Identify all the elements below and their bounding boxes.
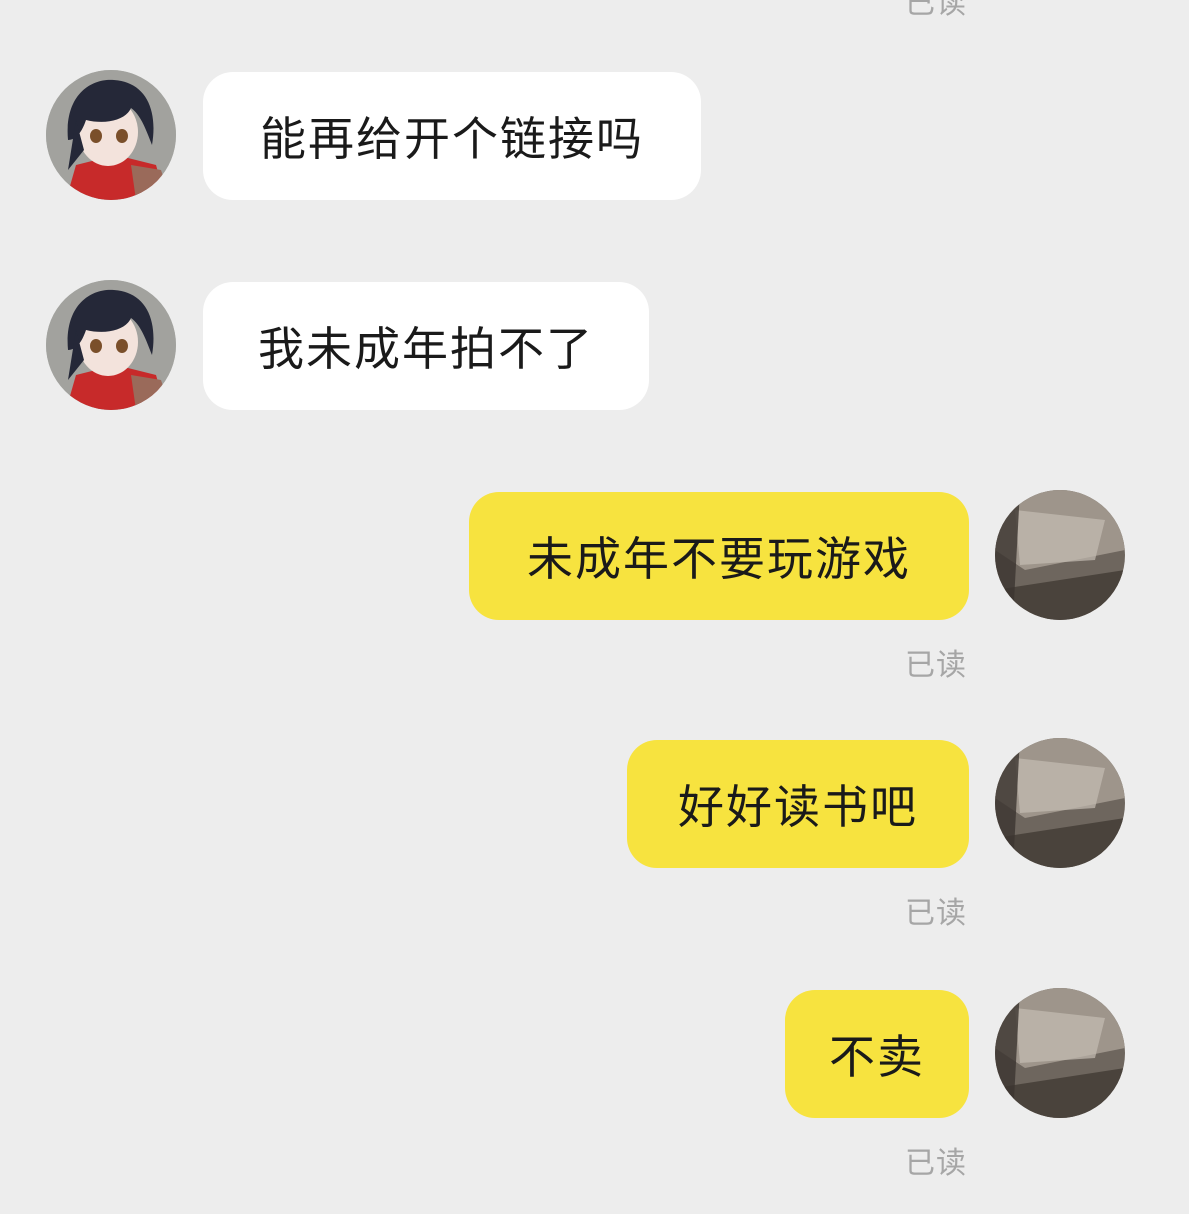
self-avatar[interactable]: [995, 738, 1125, 868]
read-receipt: 已读: [905, 648, 967, 683]
read-receipt: 已读: [905, 1146, 967, 1181]
anime-girl-avatar-icon: [46, 70, 176, 200]
message-bubble-outgoing[interactable]: 不卖: [785, 990, 969, 1118]
message-bubble-outgoing[interactable]: 未成年不要玩游戏: [469, 492, 969, 620]
read-receipt: 已读: [905, 0, 967, 21]
message-bubble-incoming[interactable]: 我未成年拍不了: [203, 282, 649, 410]
contact-avatar[interactable]: [46, 280, 176, 410]
self-avatar[interactable]: [995, 490, 1125, 620]
gray-photo-avatar-icon: [995, 738, 1125, 868]
gray-photo-avatar-icon: [995, 490, 1125, 620]
gray-photo-avatar-icon: [995, 988, 1125, 1118]
read-receipt: 已读: [905, 896, 967, 931]
anime-girl-avatar-icon: [46, 280, 176, 410]
contact-avatar[interactable]: [46, 70, 176, 200]
message-bubble-outgoing[interactable]: 好好读书吧: [627, 740, 969, 868]
message-bubble-incoming[interactable]: 能再给开个链接吗: [203, 72, 701, 200]
self-avatar[interactable]: [995, 988, 1125, 1118]
chat-message-list[interactable]: 已读 能再给开个链接吗 我未成年拍不了 未成年不要玩游戏 已读 好好读书吧 已读…: [0, 0, 1189, 1214]
